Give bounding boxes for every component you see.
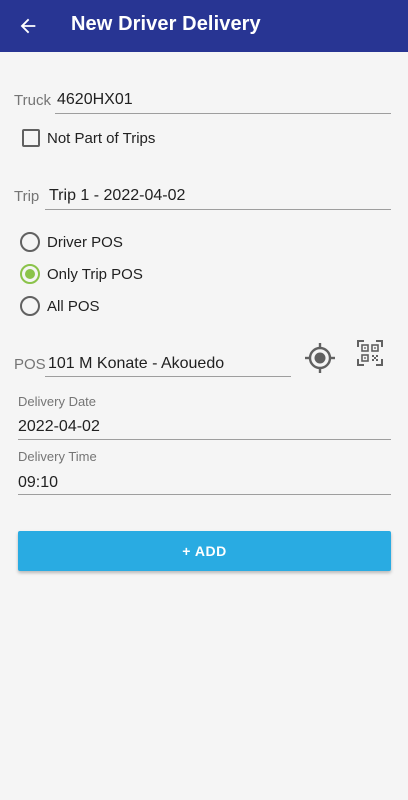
locate-pos-button[interactable] [304,342,336,374]
delivery-date-underline [18,439,391,440]
truck-field-underline [55,113,391,114]
pos-label: POS [14,356,46,373]
add-button[interactable]: + ADD [18,531,391,571]
trip-select-underline [45,209,391,210]
delivery-date-field[interactable]: 2022-04-02 [18,418,100,436]
qr-code-scan-icon [357,340,383,366]
gps-target-icon [305,343,335,373]
delivery-time-field[interactable]: 09:10 [18,474,58,492]
not-part-of-trips-checkbox[interactable] [22,129,40,147]
pos-select-underline [45,376,291,377]
page-title: New Driver Delivery [71,13,261,35]
scan-qr-button[interactable] [355,338,387,370]
back-button[interactable] [8,6,48,46]
trip-label: Trip [14,188,40,205]
app-bar: New Driver Delivery [0,0,408,52]
radio-all-pos-label[interactable]: All POS [47,298,100,315]
not-part-of-trips-label[interactable]: Not Part of Trips [47,130,155,147]
radio-all-pos[interactable] [20,296,40,316]
radio-only-trip-pos[interactable] [20,264,40,284]
delivery-date-label: Delivery Date [18,394,97,409]
truck-label: Truck [14,92,51,109]
arrow-left-icon [20,18,36,34]
trip-select[interactable]: Trip 1 - 2022-04-02 [49,187,185,205]
radio-driver-pos-label[interactable]: Driver POS [47,234,123,251]
radio-driver-pos[interactable] [20,232,40,252]
pos-select[interactable]: 101 M Konate - Akouedo [48,355,224,373]
radio-only-trip-pos-label[interactable]: Only Trip POS [47,266,143,283]
delivery-time-label: Delivery Time [18,449,97,464]
delivery-time-underline [18,494,391,495]
truck-field[interactable]: 4620HX01 [57,91,133,109]
